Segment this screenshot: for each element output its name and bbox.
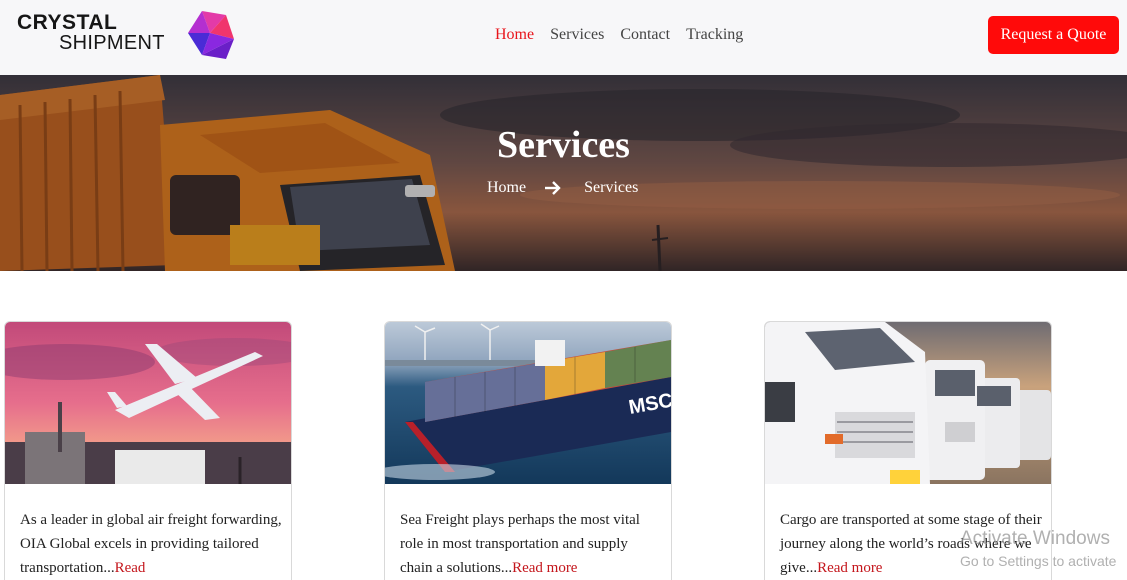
arrow-right-icon	[545, 181, 561, 195]
service-card-air: As a leader in global air freight forwar…	[4, 321, 292, 580]
brand-logo[interactable]: CRYSTAL SHIPMENT	[17, 11, 234, 59]
air-freight-plane-image	[5, 322, 291, 484]
breadcrumb-home-link[interactable]: Home	[487, 179, 526, 197]
brand-name: CRYSTAL SHIPMENT	[17, 11, 165, 54]
brand-name-line1: CRYSTAL	[17, 11, 118, 34]
hero-overlay	[0, 75, 1127, 271]
container-ship-image: MSC	[385, 322, 671, 484]
page-title: Services	[497, 124, 630, 166]
request-quote-button[interactable]: Request a Quote	[988, 16, 1119, 54]
read-more-link[interactable]: Read more	[817, 560, 882, 576]
read-more-link[interactable]: Read more	[512, 560, 577, 576]
nav-home[interactable]: Home	[495, 24, 534, 46]
breadcrumb: Home Services	[487, 179, 638, 197]
brand-name-line2: SHIPMENT	[59, 32, 165, 54]
service-card-sea: MSC Sea Freight plays perhaps the most v…	[384, 321, 672, 580]
watermark-subtitle: Go to Settings to activate	[960, 553, 1117, 569]
site-header: CRYSTAL SHIPMENT Home Services Contact T…	[0, 0, 1127, 75]
crystal-cube-icon	[188, 11, 234, 59]
nav-contact[interactable]: Contact	[620, 24, 670, 46]
card-description: Sea Freight plays perhaps the most vital…	[400, 508, 662, 580]
nav-services[interactable]: Services	[550, 24, 604, 46]
breadcrumb-current: Services	[584, 179, 639, 196]
hero-banner: Services Home Services	[0, 75, 1127, 271]
main-nav: Home Services Contact Tracking	[495, 24, 743, 46]
card-description: As a leader in global air freight forwar…	[20, 508, 282, 580]
watermark-title: Activate Windows	[960, 528, 1110, 549]
cargo-trucks-image	[765, 322, 1051, 484]
nav-tracking[interactable]: Tracking	[686, 24, 743, 46]
read-more-link[interactable]: Read	[115, 560, 146, 576]
activate-windows-watermark: Activate Windows Go to Settings to activ…	[960, 527, 1116, 573]
card-text: As a leader in global air freight forwar…	[20, 512, 282, 576]
